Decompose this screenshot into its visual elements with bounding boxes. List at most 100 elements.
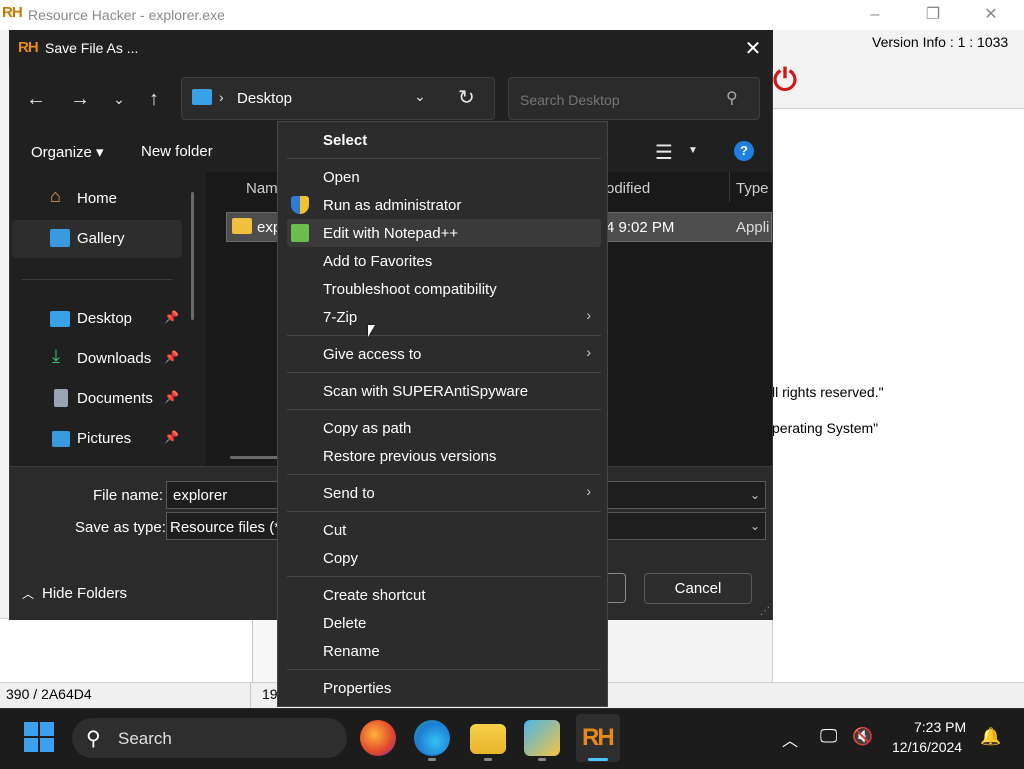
volume-muted-icon[interactable]: 🔇 [852, 727, 873, 747]
menu-item-label: Add to Favorites [323, 253, 433, 270]
nav-item-home[interactable]: ⌂ Home [12, 180, 182, 218]
close-icon[interactable]: ✕ [736, 34, 770, 64]
nav-item-documents[interactable]: Documents 📌 [12, 380, 182, 418]
clock-time[interactable]: 7:23 PM [914, 719, 966, 735]
menu-item-label: Cut [323, 522, 347, 539]
up-arrow-icon[interactable]: ↑ [139, 84, 169, 114]
address-location[interactable]: Desktop [237, 90, 292, 107]
menu-item-rename[interactable]: Rename [287, 637, 601, 665]
notification-bell-icon[interactable]: 🔔 [980, 727, 1001, 747]
file-name-label: File name: [93, 487, 164, 504]
horizontal-scrollbar[interactable] [230, 456, 280, 459]
menu-item-cut[interactable]: Cut [287, 516, 601, 544]
nav-item-label: Desktop [77, 310, 133, 327]
power-icon[interactable]: ⏻ [768, 64, 802, 98]
status-value: 19 [262, 686, 278, 702]
nav-item-desktop[interactable]: Desktop 📌 [12, 300, 182, 338]
menu-item-label: Copy [323, 550, 359, 567]
organize-button[interactable]: Organize ▾ [31, 143, 104, 161]
menu-item-give-access[interactable]: Give access to › [287, 340, 601, 368]
chevron-up-icon[interactable]: ︿ [782, 727, 798, 751]
rh-resource-tree[interactable] [0, 618, 252, 683]
chevron-down-icon[interactable]: ⌄ [750, 488, 760, 502]
chevron-down-icon[interactable]: ▼ [688, 145, 698, 156]
menu-item-send-to[interactable]: Send to › [287, 479, 601, 507]
cancel-button[interactable]: Cancel [644, 573, 752, 604]
folder-icon [232, 218, 252, 234]
chevron-down-icon[interactable]: ⌄ [750, 519, 760, 533]
menu-item-edit-notepadpp[interactable]: Edit with Notepad++ [287, 219, 601, 247]
visual-studio-icon[interactable] [524, 720, 560, 756]
menu-item-restore-versions[interactable]: Restore previous versions [287, 442, 601, 470]
version-info-label: Version Info : 1 : 1033 [872, 34, 1009, 50]
menu-item-label: Troubleshoot compatibility [323, 281, 497, 298]
nav-item-gallery[interactable]: Gallery [12, 220, 182, 258]
menu-item-7zip[interactable]: 7-Zip › [287, 303, 601, 331]
recent-locations-icon[interactable]: ⌄ [104, 84, 134, 114]
menu-item-open[interactable]: Open [287, 163, 601, 191]
menu-item-label: Create shortcut [323, 587, 426, 604]
clock-date[interactable]: 12/16/2024 [892, 739, 962, 755]
pin-icon[interactable]: 📌 [164, 310, 179, 324]
pin-icon[interactable]: 📌 [164, 350, 179, 364]
hide-folders-button[interactable]: ︿ Hide Folders [22, 585, 127, 602]
view-options-icon[interactable]: ☰ [655, 140, 673, 165]
menu-separator [287, 158, 601, 159]
menu-item-create-shortcut[interactable]: Create shortcut [287, 581, 601, 609]
start-tile [24, 722, 38, 736]
restore-icon[interactable]: ❐ [904, 0, 962, 30]
nav-item-downloads[interactable]: ⤓ Downloads 📌 [12, 340, 182, 378]
menu-item-copy[interactable]: Copy [287, 544, 601, 572]
menu-item-properties[interactable]: Properties [287, 674, 601, 702]
menu-item-copy-as-path[interactable]: Copy as path [287, 414, 601, 442]
address-bar[interactable] [181, 77, 495, 120]
menu-item-troubleshoot[interactable]: Troubleshoot compatibility [287, 275, 601, 303]
menu-item-label: Delete [323, 615, 367, 632]
search-input[interactable] [518, 91, 712, 109]
save-type-value: Resource files (* [170, 519, 281, 536]
resource-hacker-label: RH [582, 724, 615, 751]
nav-item-label: Home [77, 190, 118, 207]
column-divider[interactable] [729, 172, 730, 202]
back-arrow-icon[interactable]: ← [21, 84, 51, 114]
close-icon[interactable]: ✕ [962, 0, 1020, 30]
menu-item-label: Edit with Notepad++ [323, 225, 459, 242]
column-header-name[interactable]: Nam [246, 180, 278, 197]
running-indicator [428, 758, 436, 761]
nav-item-pictures[interactable]: Pictures 📌 [12, 420, 182, 458]
pin-icon[interactable]: 📌 [164, 430, 179, 444]
menu-item-scan-superantispyware[interactable]: Scan with SUPERAntiSpyware [287, 377, 601, 405]
menu-item-label: Rename [323, 643, 380, 660]
menu-item-delete[interactable]: Delete [287, 609, 601, 637]
help-icon[interactable]: ? [734, 141, 754, 161]
network-icon[interactable]: 🖵 [820, 726, 837, 747]
menu-item-run-as-admin[interactable]: Run as administrator [287, 191, 601, 219]
column-header-type[interactable]: Type [736, 180, 769, 197]
column-header-modified[interactable]: odified [606, 180, 650, 197]
rh-dialog-icon: RH [18, 39, 39, 56]
status-divider [250, 682, 251, 708]
windows-start-icon[interactable] [24, 722, 56, 754]
nav-item-label: Gallery [77, 230, 125, 247]
desktop-icon [50, 311, 70, 327]
taskbar-search-box[interactable] [72, 718, 347, 758]
resize-grip-icon[interactable]: ⋰ [760, 606, 770, 617]
running-indicator [538, 758, 546, 761]
start-tile [40, 738, 54, 752]
file-explorer-icon[interactable] [470, 724, 506, 754]
edge-icon[interactable] [414, 720, 450, 756]
running-indicator [484, 758, 492, 761]
refresh-icon[interactable]: ↻ [458, 85, 475, 110]
new-folder-button[interactable]: New folder [141, 143, 213, 160]
menu-separator [287, 335, 601, 336]
firefox-icon[interactable] [360, 720, 396, 756]
forward-arrow-icon[interactable]: → [65, 84, 95, 114]
minimize-icon[interactable]: – [846, 0, 904, 30]
chevron-down-icon[interactable]: ⌄ [414, 88, 426, 105]
search-icon[interactable]: ⚲ [726, 88, 738, 108]
file-modified-date: 4 9:02 PM [606, 219, 675, 236]
menu-item-select[interactable]: Select [287, 126, 601, 154]
pin-icon[interactable]: 📌 [164, 390, 179, 404]
nav-scrollbar[interactable] [191, 192, 194, 320]
menu-item-add-favorites[interactable]: Add to Favorites [287, 247, 601, 275]
